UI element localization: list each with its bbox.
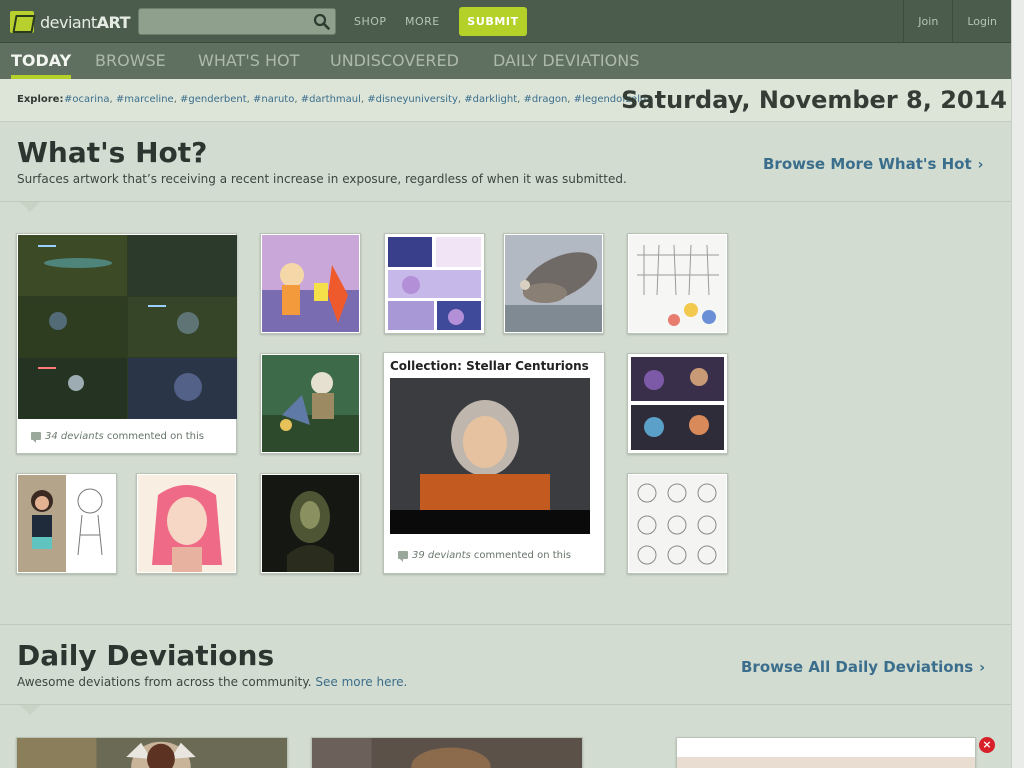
deviation-thumbnail[interactable] (627, 353, 728, 454)
deviation-art (629, 355, 726, 452)
explore-label: Explore: (17, 94, 64, 105)
search-icon[interactable] (313, 13, 330, 30)
chevron-right-icon: › (979, 660, 985, 676)
explore-tag[interactable]: #ocarina (64, 94, 109, 105)
explore-tag[interactable]: #marceline (116, 94, 174, 105)
main-nav: TODAY BROWSE WHAT'S HOT UNDISCOVERED DAI… (0, 43, 1011, 79)
deviation-art (505, 235, 602, 332)
join-link[interactable]: Join (903, 0, 952, 43)
browse-daily-label: Browse All Daily Deviations (741, 658, 974, 676)
deviation-art (262, 235, 359, 332)
daily-deviations-title: Daily Deviations (17, 639, 275, 672)
logo-wordmark: deviantART (40, 12, 131, 32)
search-box (138, 8, 336, 35)
daily-deviation-thumbnail[interactable] (311, 737, 583, 768)
deviation-thumbnail[interactable] (260, 473, 361, 574)
deviantart-logo-icon (10, 11, 34, 33)
deviation-thumbnail[interactable] (627, 473, 728, 574)
deviation-thumbnail[interactable] (136, 473, 237, 574)
comment-bubble-icon (31, 432, 41, 443)
section-divider (0, 704, 1011, 705)
explore-tag[interactable]: #disneyuniversity (367, 94, 458, 105)
tab-undiscovered[interactable]: UNDISCOVERED (330, 43, 459, 79)
ad-panel[interactable] (676, 737, 976, 768)
tab-whats-hot[interactable]: WHAT'S HOT (198, 43, 299, 79)
tab-today[interactable]: TODAY (11, 43, 72, 79)
section-notch (20, 202, 40, 212)
comment-count[interactable]: 34 deviants commented on this (31, 431, 204, 443)
comment-bubble-icon (398, 551, 408, 562)
daily-deviation-thumbnail[interactable] (16, 737, 288, 768)
deviation-art (17, 738, 287, 768)
close-icon[interactable]: × (979, 737, 995, 753)
deviation-art (138, 475, 235, 572)
tab-browse[interactable]: BROWSE (95, 43, 166, 79)
deviation-thumbnail[interactable] (260, 353, 361, 454)
section-divider (0, 201, 1011, 202)
collection-title[interactable]: Collection: Stellar Centurions (390, 359, 589, 373)
explore-tag[interactable]: #dragon (524, 94, 568, 105)
section-divider (0, 624, 1011, 625)
explore-tag[interactable]: #genderbent (180, 94, 247, 105)
section-notch (20, 705, 40, 715)
whats-hot-subtitle: Surfaces artwork that’s receiving a rece… (17, 172, 627, 186)
submit-button[interactable]: SUBMIT (459, 7, 527, 36)
browse-daily-deviations-link[interactable]: Browse All Daily Deviations › (741, 658, 985, 676)
collection-card[interactable]: Collection: Stellar Centurions 39 devian… (383, 352, 605, 574)
featured-deviation-card[interactable]: 34 deviants commented on this (16, 233, 237, 454)
login-link[interactable]: Login (952, 0, 1011, 43)
deviation-art (312, 738, 582, 768)
top-bar: deviantART SHOP MORE SUBMIT Join Login (0, 0, 1011, 43)
deviation-art (262, 475, 359, 572)
explore-tags: #ocarina, #marceline, #genderbent, #naru… (64, 94, 653, 105)
deviation-thumbnail[interactable] (503, 233, 604, 334)
chevron-right-icon: › (977, 157, 984, 173)
deviation-art (386, 235, 483, 332)
deviation-thumbnail[interactable] (627, 233, 728, 334)
page-date: Saturday, November 8, 2014 (621, 86, 1007, 114)
deviation-art (629, 235, 726, 332)
deviation-thumbnail[interactable] (16, 473, 117, 574)
explore-tag[interactable]: #darklight (464, 94, 517, 105)
deviation-thumbnail[interactable] (18, 235, 237, 419)
whats-hot-title: What's Hot? (17, 136, 208, 169)
shop-link[interactable]: SHOP (354, 15, 387, 28)
explore-tag[interactable]: #darthmaul (301, 94, 361, 105)
ad-image (677, 738, 975, 768)
daily-deviations-subtitle: Awesome deviations from across the commu… (17, 675, 408, 689)
more-link[interactable]: MORE (405, 15, 440, 28)
explore-tag[interactable]: #naruto (253, 94, 294, 105)
browse-whats-hot-link[interactable]: Browse More What's Hot › (763, 155, 983, 173)
deviation-thumbnail[interactable] (260, 233, 361, 334)
comment-count[interactable]: 39 deviants commented on this (398, 550, 571, 562)
deviation-art (18, 475, 115, 572)
deviantart-logo[interactable]: deviantART (10, 10, 131, 34)
deviation-art (262, 355, 359, 452)
tab-daily-deviations[interactable]: DAILY DEVIATIONS (493, 43, 639, 79)
deviation-art (629, 475, 726, 572)
scrollbar[interactable] (1011, 0, 1024, 768)
see-more-link[interactable]: See more here. (315, 675, 407, 689)
browse-whats-hot-label: Browse More What's Hot (763, 155, 972, 173)
deviation-thumbnail[interactable] (384, 233, 485, 334)
account-links: Join Login (903, 0, 1011, 43)
search-input[interactable] (139, 9, 309, 34)
collection-thumbnail[interactable] (390, 378, 590, 534)
